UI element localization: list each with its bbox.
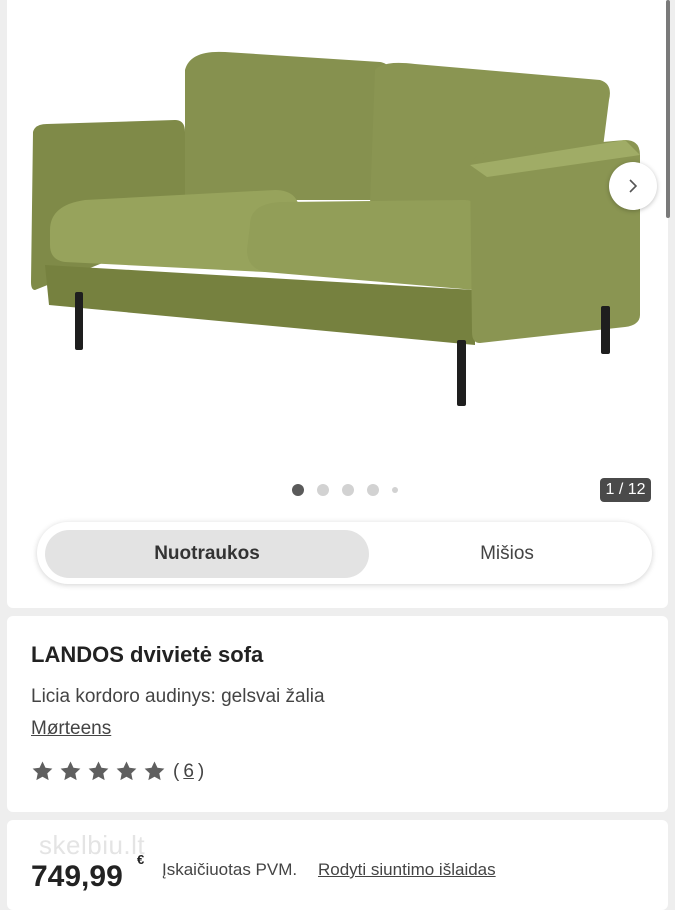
- chevron-right-icon: [629, 179, 638, 193]
- review-count-close: ): [197, 760, 205, 782]
- carousel-dot[interactable]: [317, 484, 329, 496]
- review-count-link[interactable]: 6: [179, 761, 198, 782]
- carousel-dot[interactable]: [292, 484, 304, 496]
- shipping-costs-link[interactable]: Rodyti siuntimo išlaidas: [318, 860, 496, 880]
- tab-photos[interactable]: Nuotraukos: [45, 530, 369, 578]
- product-image[interactable]: [25, 40, 665, 420]
- carousel-dot[interactable]: [392, 487, 398, 493]
- next-image-button[interactable]: [609, 162, 657, 210]
- image-counter: 1 / 12: [600, 478, 651, 502]
- star-icon: [144, 761, 165, 781]
- carousel-dots: [292, 483, 411, 497]
- image-gallery[interactable]: 1 / 12 Nuotraukos Mišios: [7, 0, 668, 608]
- review-count: (6): [173, 761, 204, 783]
- star-icon: [88, 761, 109, 781]
- vat-note: Įskaičiuotas PVM.: [162, 860, 298, 879]
- rating[interactable]: (6): [31, 760, 204, 783]
- carousel-dot[interactable]: [342, 484, 354, 496]
- star-icon: [60, 761, 81, 781]
- star-icon: [116, 761, 137, 781]
- view-toggle: Nuotraukos Mišios: [37, 522, 652, 584]
- currency-symbol: €: [137, 852, 145, 867]
- price: 749,99: [31, 860, 123, 893]
- watermark: skelbiu.lt: [39, 830, 146, 860]
- product-info-card: LANDOS dvivietė sofa Licia kordoro audin…: [7, 616, 668, 812]
- scrollbar[interactable]: [666, 0, 670, 218]
- star-icon: [32, 761, 53, 781]
- brand-link[interactable]: Mørteens: [31, 718, 111, 740]
- product-subtitle: Licia kordoro audinys: gelsvai žalia: [31, 686, 325, 707]
- carousel-dot[interactable]: [367, 484, 379, 496]
- tab-room-view[interactable]: Mišios: [369, 530, 645, 578]
- product-title: LANDOS dvivietė sofa: [31, 642, 264, 667]
- price-card: skelbiu.lt 749,99 € Įskaičiuotas PVM. Ro…: [7, 820, 668, 910]
